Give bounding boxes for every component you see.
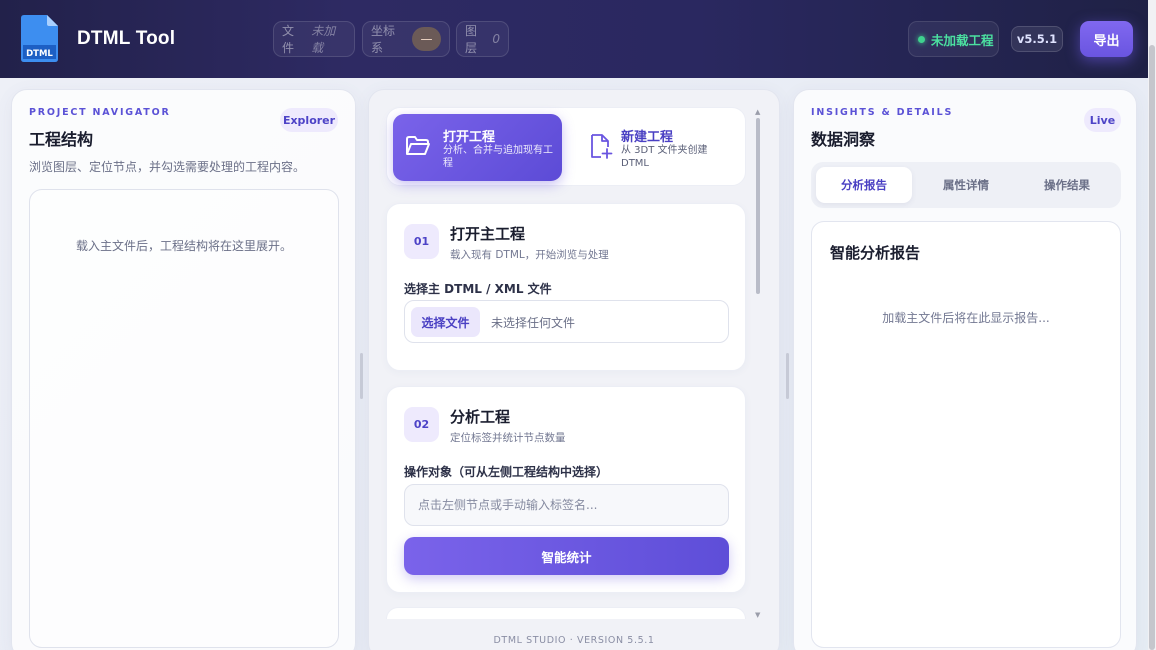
open-project-mode-button[interactable]: 打开工程 分析、合并与追加现有工程 bbox=[393, 114, 562, 181]
scroll-up-icon[interactable]: ▲ bbox=[755, 108, 760, 116]
file-info-chip: 文件 未加载 bbox=[273, 21, 355, 57]
left-resize-handle[interactable] bbox=[360, 353, 363, 399]
main-file-input[interactable]: 选择文件 未选择任何文件 bbox=[404, 300, 729, 343]
choose-file-button[interactable]: 选择文件 bbox=[411, 307, 480, 337]
coord-value: — bbox=[411, 27, 441, 51]
insights-panel: INSIGHTS & DETAILS 数据洞察 Live 分析报告 属性详情 操… bbox=[793, 89, 1137, 650]
report-empty-message: 加载主文件后将在此显示报告... bbox=[882, 311, 1050, 325]
folder-open-icon bbox=[406, 136, 430, 155]
open-project-label: 打开工程 bbox=[443, 130, 496, 145]
open-project-description: 分析、合并与追加现有工程 bbox=[443, 145, 553, 169]
page-scrollbar-thumb[interactable] bbox=[1149, 45, 1155, 650]
status-dot-icon bbox=[918, 35, 925, 43]
navigator-kicker: PROJECT NAVIGATOR bbox=[29, 107, 171, 118]
step-title: 分析工程 bbox=[450, 408, 511, 426]
logo-text: DTML bbox=[26, 49, 53, 59]
tab-attribute-details[interactable]: 属性详情 bbox=[918, 167, 1014, 203]
navigator-description: 浏览图层、定位节点，并勾选需要处理的工程内容。 bbox=[29, 160, 306, 174]
step-number: 02 bbox=[404, 407, 439, 442]
report-container: 智能分析报告 加载主文件后将在此显示报告... bbox=[811, 221, 1121, 648]
report-title: 智能分析报告 bbox=[830, 244, 921, 262]
version-badge: v5.5.1 bbox=[1011, 26, 1063, 52]
export-button[interactable]: 导出 bbox=[1080, 21, 1133, 57]
explorer-tag: Explorer bbox=[280, 108, 338, 132]
project-tree[interactable]: 载入主文件后，工程结构将在这里展开。 bbox=[29, 189, 339, 648]
dtml-file-logo-icon: DTML bbox=[21, 15, 58, 62]
navigator-title: 工程结构 bbox=[29, 130, 94, 149]
right-resize-handle[interactable] bbox=[786, 353, 789, 399]
tree-empty-message: 载入主文件后，工程结构将在这里展开。 bbox=[75, 239, 292, 253]
step-title: 打开主工程 bbox=[450, 225, 526, 243]
project-navigator-panel: PROJECT NAVIGATOR 工程结构 Explorer 浏览图层、定位节… bbox=[11, 89, 356, 650]
mode-switcher: 打开工程 分析、合并与追加现有工程 新建工程 从 3DT 文件夹创建 DTML bbox=[386, 107, 746, 186]
insights-title: 数据洞察 bbox=[811, 130, 876, 149]
step-subtitle: 定位标签并统计节点数量 bbox=[450, 432, 566, 444]
file-status-text: 未选择任何文件 bbox=[491, 316, 576, 330]
insights-kicker: INSIGHTS & DETAILS bbox=[811, 107, 954, 118]
layer-info-chip: 图层 0 bbox=[456, 21, 509, 57]
insights-tabs: 分析报告 属性详情 操作结果 bbox=[811, 162, 1121, 208]
file-label: 文件 bbox=[282, 24, 295, 55]
scroll-down-icon[interactable]: ▼ bbox=[755, 611, 760, 619]
coord-info-chip: 坐标系 — bbox=[362, 21, 450, 57]
step-number: 01 bbox=[404, 224, 439, 259]
file-plus-icon bbox=[591, 134, 613, 159]
layer-label: 图层 bbox=[465, 24, 478, 55]
step-subtitle: 载入现有 DTML，开始浏览与处理 bbox=[450, 249, 609, 261]
live-tag: Live bbox=[1084, 108, 1121, 132]
tab-analysis-report[interactable]: 分析报告 bbox=[816, 167, 912, 203]
layer-value: 0 bbox=[492, 32, 500, 46]
analyze-project-card: 02 分析工程 定位标签并统计节点数量 操作对象（可从左侧工程结构中选择） 智能… bbox=[386, 386, 746, 593]
app-header: DTML DTML Tool 文件 未加载 坐标系 — 图层 0 未加载工程 v… bbox=[0, 0, 1156, 78]
main-file-label: 选择主 DTML / XML 文件 bbox=[404, 282, 552, 296]
smart-stats-button[interactable]: 智能统计 bbox=[404, 537, 729, 575]
coord-label: 坐标系 bbox=[371, 24, 396, 55]
workflow-panel: 打开工程 分析、合并与追加现有工程 新建工程 从 3DT 文件夹创建 DTML … bbox=[368, 89, 780, 650]
project-status-badge: 未加载工程 bbox=[908, 21, 999, 57]
status-text: 未加载工程 bbox=[931, 32, 994, 48]
new-project-label: 新建工程 bbox=[621, 130, 674, 145]
next-step-card bbox=[386, 607, 746, 619]
new-project-description: 从 3DT 文件夹创建 DTML bbox=[621, 145, 708, 169]
file-value: 未加载 bbox=[311, 24, 336, 55]
new-project-mode-button[interactable]: 新建工程 从 3DT 文件夹创建 DTML bbox=[571, 114, 741, 181]
page-scrollbar[interactable] bbox=[1148, 0, 1156, 650]
footer-version: DTML STUDIO · VERSION 5.5.1 bbox=[493, 635, 655, 646]
app-title: DTML Tool bbox=[77, 28, 176, 49]
target-tag-input[interactable] bbox=[404, 484, 729, 526]
target-field-label: 操作对象（可从左侧工程结构中选择） bbox=[404, 465, 609, 479]
workflow-scrollbar[interactable]: ▲ ▼ bbox=[755, 108, 761, 623]
open-main-project-card: 01 打开主工程 载入现有 DTML，开始浏览与处理 选择主 DTML / XM… bbox=[386, 203, 746, 371]
workflow-scrollbar-thumb[interactable] bbox=[756, 118, 760, 294]
tab-operation-results[interactable]: 操作结果 bbox=[1019, 167, 1115, 203]
